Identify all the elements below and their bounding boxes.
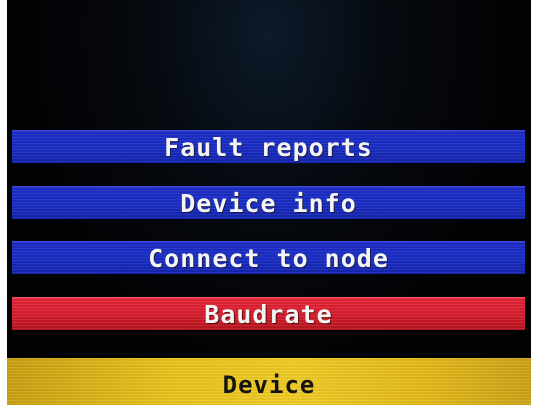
menu-item-label: Baudrate [204,299,333,329]
menu-item-fault-reports[interactable]: Fault reports [12,130,525,163]
menu-item-label: Connect to node [148,243,389,273]
menu-item-connect-to-node[interactable]: Connect to node [12,241,525,274]
footer-title: Device [222,370,316,399]
menu-item-baudrate[interactable]: Baudrate [12,297,525,330]
footer-title-bar: Device [7,358,531,405]
device-screen: Fault reports Device info Connect to nod… [7,0,531,405]
menu-item-device-info[interactable]: Device info [12,186,525,219]
menu-item-label: Fault reports [164,132,373,162]
menu-item-label: Device info [180,188,357,218]
